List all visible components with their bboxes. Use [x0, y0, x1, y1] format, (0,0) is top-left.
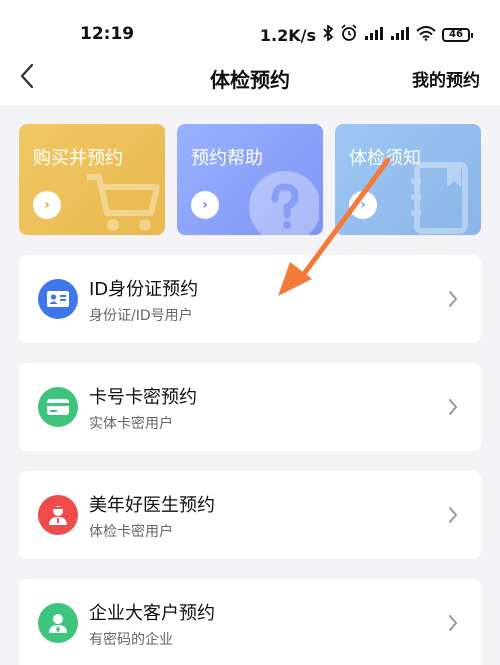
card-id-booking[interactable]: ID身份证预约 身份证/ID号用户 [19, 255, 481, 343]
network-speed: 1.2K/s [259, 25, 316, 45]
question-icon [249, 171, 319, 235]
card-subtitle: 有密码的企业 [89, 632, 173, 648]
chevron-right-icon: › [349, 191, 377, 219]
card-subtitle: 身份证/ID号用户 [89, 308, 193, 324]
card-card-number-booking[interactable]: 卡号卡密预约 实体卡密用户 [19, 363, 481, 451]
chevron-right-icon [443, 501, 463, 529]
tile-buy-and-book[interactable]: 购买并预约 › [19, 124, 165, 235]
enterprise-user-icon [38, 603, 78, 643]
card-title: 企业大客户预约 [89, 603, 215, 624]
status-indicators: 1.2K/s 46 [259, 24, 473, 46]
quick-tiles: 购买并预约 › 预约帮助 › 体检须知 › [19, 124, 481, 235]
chevron-right-icon: › [33, 191, 61, 219]
card-title: 卡号卡密预约 [89, 387, 197, 408]
tile-booking-help[interactable]: 预约帮助 › [177, 124, 323, 235]
wifi-icon [416, 25, 436, 45]
my-appointments-link[interactable]: 我的预约 [412, 66, 480, 91]
tile-label: 购买并预约 [33, 148, 123, 169]
card-meinian-doctor-booking[interactable]: 美年好医生预约 体检卡密用户 [19, 471, 481, 559]
chevron-right-icon [443, 285, 463, 313]
nav-bar: 体检预约 我的预约 [0, 50, 500, 105]
tile-exam-notice[interactable]: 体检须知 › [335, 124, 481, 235]
card-subtitle: 体检卡密用户 [89, 524, 173, 540]
doctor-icon [38, 495, 78, 535]
chevron-right-icon: › [191, 191, 219, 219]
alarm-icon [340, 24, 358, 46]
chevron-right-icon [443, 393, 463, 421]
id-card-icon [38, 279, 78, 319]
card-title: 美年好医生预约 [89, 495, 215, 516]
battery-icon: 46 [442, 28, 473, 42]
shopping-cart-icon [87, 174, 160, 231]
status-time: 12:19 [80, 24, 135, 44]
status-bar: 12:19 1.2K/s 46 [0, 0, 500, 50]
notebook-icon [411, 162, 468, 234]
signal-icon-2 [390, 26, 410, 44]
bluetooth-icon [322, 24, 334, 45]
chevron-right-icon [443, 609, 463, 637]
signal-icon [364, 26, 384, 44]
card-enterprise-booking[interactable]: 企业大客户预约 有密码的企业 [19, 579, 481, 665]
card-icon [38, 387, 78, 427]
card-subtitle: 实体卡密用户 [89, 416, 173, 432]
card-title: ID身份证预约 [89, 279, 199, 300]
